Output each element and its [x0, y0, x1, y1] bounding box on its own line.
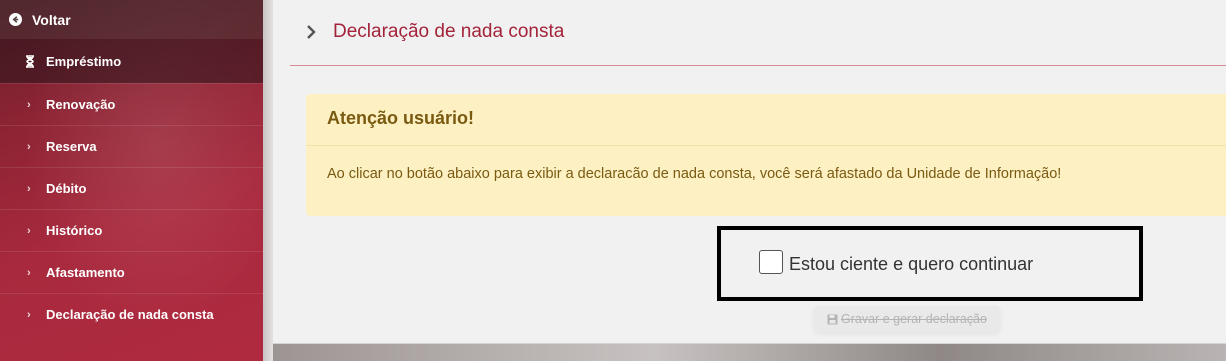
sidebar-section-label: Empréstimo: [46, 53, 122, 69]
generate-declaration-label: Gravar e gerar declaração: [841, 312, 987, 326]
sidebar-item-label: Reserva: [46, 139, 97, 154]
sidebar-item-label: Histórico: [46, 223, 103, 238]
chevron-right-icon: ›: [27, 224, 31, 237]
sidebar-item-afastamento[interactable]: › Afastamento: [0, 251, 263, 293]
confirm-highlight-box: Estou ciente e quero continuar: [717, 226, 1143, 301]
background-strip: [273, 344, 1226, 361]
sidebar-item-declaracao[interactable]: › Declaração de nada consta: [0, 293, 263, 335]
sidebar-item-label: Declaração de nada consta: [46, 307, 214, 322]
chevron-right-icon: [305, 23, 317, 41]
page-title: Declaração de nada consta: [333, 21, 565, 42]
warning-alert: Atenção usuário! Ao clicar no botão abai…: [306, 94, 1226, 216]
alert-divider: [306, 145, 1226, 146]
sidebar-item-debito[interactable]: › Débito: [0, 167, 263, 209]
sidebar-item-label: Renovação: [46, 97, 116, 112]
back-link-label: Voltar: [32, 11, 71, 28]
sidebar-item-renovacao[interactable]: › Renovação: [0, 83, 263, 125]
page-header: Declaração de nada consta: [273, 0, 1226, 64]
sidebar-item-label: Débito: [46, 181, 87, 196]
main-content: Declaração de nada consta Atenção usuári…: [273, 0, 1226, 344]
confirm-checkbox-label[interactable]: Estou ciente e quero continuar: [789, 254, 1033, 275]
sidebar: Voltar Empréstimo › Renovação › Reserva …: [0, 0, 263, 361]
header-divider: [290, 65, 1226, 66]
sidebar-item-label: Afastamento: [46, 265, 125, 280]
generate-declaration-button[interactable]: Gravar e gerar declaração: [814, 306, 1000, 332]
chevron-right-icon: ›: [27, 98, 31, 111]
alert-message: Ao clicar no botão abaixo para exibir a …: [327, 166, 1062, 182]
sidebar-item-reserva[interactable]: › Reserva: [0, 125, 263, 167]
chevron-right-icon: ›: [27, 182, 31, 195]
arrow-left-icon: [9, 13, 22, 26]
chevron-right-icon: ›: [27, 140, 31, 153]
chevron-right-icon: ›: [27, 266, 31, 279]
alert-title: Atenção usuário!: [327, 108, 475, 128]
hourglass-icon: [23, 54, 37, 68]
sidebar-divider: [263, 0, 273, 361]
save-icon: [827, 314, 838, 325]
back-link[interactable]: Voltar: [0, 0, 263, 39]
confirm-checkbox[interactable]: [759, 250, 783, 274]
chevron-right-icon: ›: [27, 308, 31, 321]
sidebar-section-emprestimo[interactable]: Empréstimo: [0, 39, 263, 83]
sidebar-item-historico[interactable]: › Histórico: [0, 209, 263, 251]
